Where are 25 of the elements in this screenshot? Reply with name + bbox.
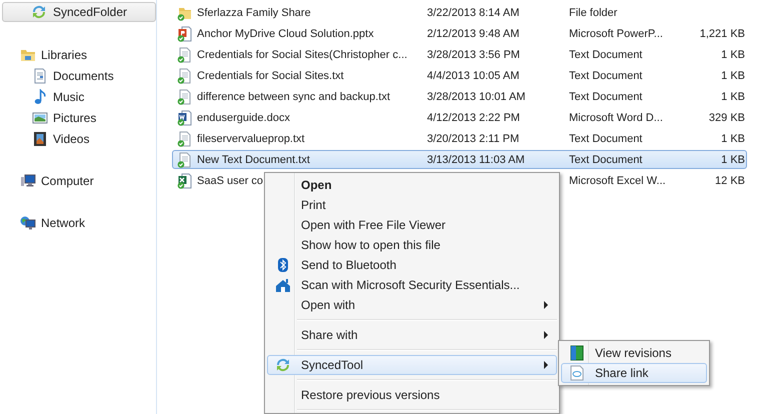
file-type: File folder [569, 6, 618, 18]
file-date: 3/13/2013 11:03 AM [427, 154, 525, 166]
file-date: 4/4/2013 10:05 AM [427, 70, 520, 82]
file-size: 329 KB [708, 112, 745, 124]
file-size: 1 KB [721, 70, 745, 82]
file-type: Microsoft Excel W... [569, 174, 666, 186]
file-date: 3/22/2013 8:14 AM [427, 6, 520, 18]
file-type: Text Document [569, 90, 642, 102]
file-type: Microsoft Word D... [569, 112, 663, 124]
file-size: 1 KB [721, 90, 745, 102]
file-size: 12 KB [715, 174, 745, 186]
file-type: Text Document [569, 70, 642, 82]
file-size: 1 KB [721, 132, 745, 144]
file-date: 3/20/2013 2:11 PM [427, 132, 520, 144]
file-type: Text Document [569, 48, 642, 60]
file-date: 4/12/2013 2:22 PM [427, 112, 520, 124]
file-type: Text Document [569, 154, 642, 166]
file-type: Text Document [569, 132, 642, 144]
file-date: 3/28/2013 10:01 AM [427, 90, 526, 102]
file-size: 1,221 KB [700, 28, 745, 40]
file-type: Microsoft PowerP... [569, 28, 663, 40]
file-size: 1 KB [721, 48, 745, 60]
file-size: 1 KB [721, 154, 745, 166]
file-date: 2/12/2013 9:48 AM [427, 28, 520, 40]
file-date: 3/28/2013 3:56 PM [427, 48, 520, 60]
